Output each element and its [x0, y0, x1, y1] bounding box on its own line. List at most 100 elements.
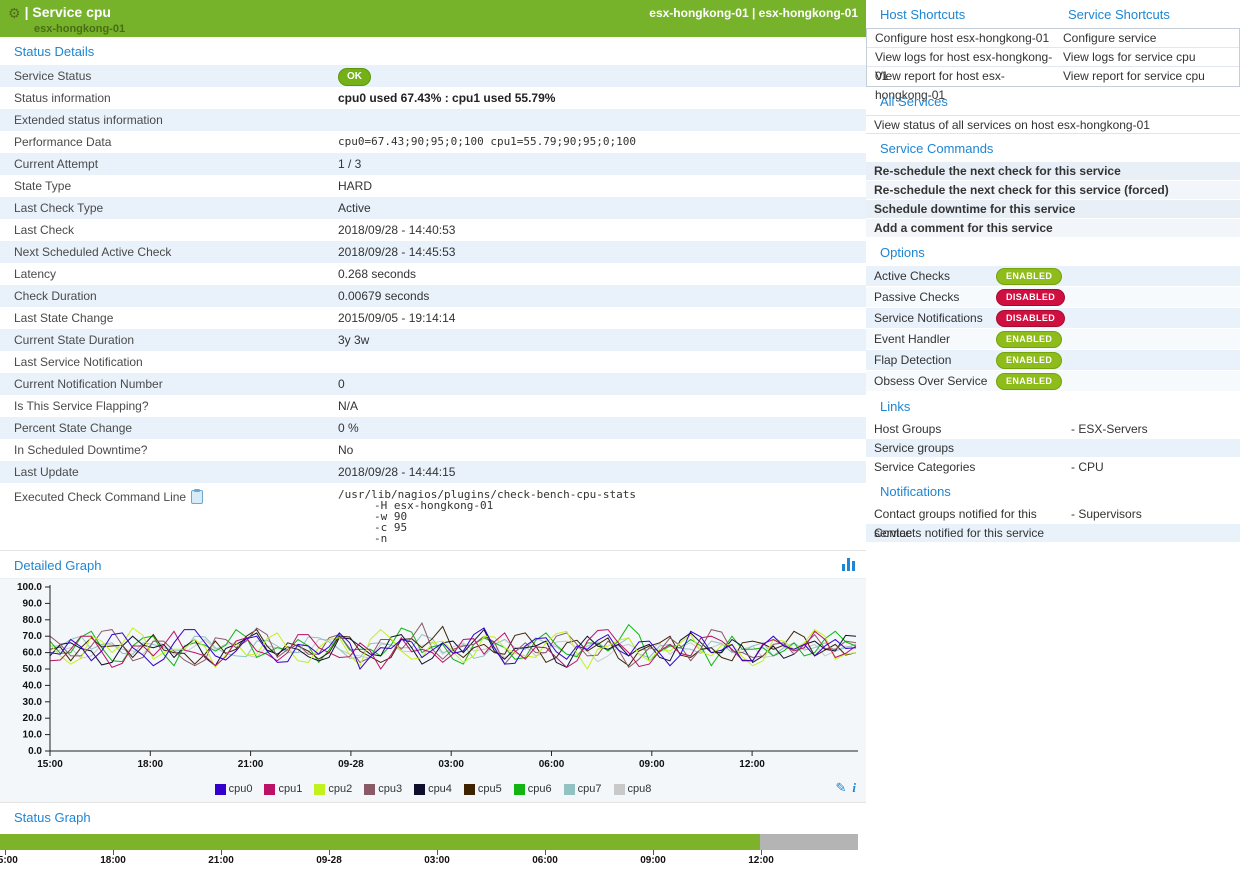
heading-service-shortcuts[interactable]: Service Shortcuts — [1054, 0, 1170, 28]
status-graph-panel: 15:0018:0021:0009-2803:0006:0009:0012:00 — [0, 830, 866, 886]
links-list: Host Groups- ESX-ServersService groupsSe… — [866, 420, 1240, 477]
status-row-label: Current Attempt — [0, 153, 338, 175]
option-status-badge[interactable]: ENABLED — [996, 352, 1062, 369]
service-shortcut-link[interactable]: View logs for service cpu — [1055, 48, 1196, 66]
status-row-label: Check Duration — [0, 285, 338, 307]
legend-item-cpu8: cpu8 — [614, 783, 652, 795]
host-shortcut-link[interactable]: Configure host esx-hongkong-01 — [867, 29, 1055, 47]
legend-swatch-cpu4 — [414, 784, 425, 795]
service-shortcut-link[interactable]: View report for service cpu — [1055, 67, 1205, 86]
main-column: ⚙| Service cpu esx-hongkong-01 esx-hongk… — [0, 0, 866, 886]
status-graph-header: Status Graph — [0, 802, 866, 830]
option-status-badge[interactable]: DISABLED — [996, 289, 1065, 306]
status-axis-label: 21:00 — [208, 855, 234, 866]
status-row: Percent State Change0 % — [0, 417, 866, 439]
status-row: Service StatusOK — [0, 65, 866, 87]
heading-notifications[interactable]: Notifications — [866, 477, 1240, 505]
option-status-badge[interactable]: ENABLED — [996, 331, 1062, 348]
heading-options[interactable]: Options — [866, 238, 1240, 266]
host-shortcut-link[interactable]: View logs for host esx-hongkong-01 — [867, 48, 1055, 66]
status-row-value: 0.268 seconds — [338, 263, 866, 285]
legend-item-cpu5: cpu5 — [464, 783, 502, 795]
status-row-value: 2018/09/28 - 14:40:53 — [338, 219, 866, 241]
svg-text:90.0: 90.0 — [23, 598, 43, 609]
cpu-line-chart: 0.010.020.030.040.050.060.070.080.090.01… — [0, 579, 866, 782]
svg-text:60.0: 60.0 — [23, 648, 43, 659]
status-row-value: HARD — [338, 175, 866, 197]
svg-text:40.0: 40.0 — [23, 680, 43, 691]
status-row-value: 2015/09/05 - 19:14:14 — [338, 307, 866, 329]
legend-swatch-cpu6 — [514, 784, 525, 795]
legend-item-cpu1: cpu1 — [264, 783, 302, 795]
status-row: Next Scheduled Active Check2018/09/28 - … — [0, 241, 866, 263]
status-row: Current Notification Number0 — [0, 373, 866, 395]
section-status-graph[interactable]: Status Graph — [0, 803, 91, 830]
status-axis-label: 09-28 — [316, 855, 342, 866]
status-row-label: Last State Change — [0, 307, 338, 329]
status-row-value: No — [338, 439, 866, 461]
service-command-link[interactable]: Schedule downtime for this service — [866, 200, 1240, 219]
status-row-label: Last Update — [0, 461, 338, 483]
link-row-label: Service Categories — [866, 458, 1071, 476]
status-row-value — [338, 109, 866, 131]
status-details-table: Service StatusOKStatus informationcpu0 u… — [0, 65, 866, 550]
heading-links[interactable]: Links — [866, 392, 1240, 420]
gear-icon[interactable]: ⚙ — [8, 5, 21, 21]
status-row: Last Service Notification — [0, 351, 866, 373]
legend-item-cpu0: cpu0 — [215, 783, 253, 795]
series-cpu3 — [50, 623, 856, 667]
link-row-value: - ESX-Servers — [1071, 420, 1148, 438]
command-line: -n — [374, 533, 866, 544]
section-status-details[interactable]: Status Details — [0, 37, 866, 65]
option-status-badge[interactable]: ENABLED — [996, 268, 1062, 285]
svg-text:09-28: 09-28 — [338, 759, 364, 770]
legend-label: cpu2 — [328, 783, 352, 795]
legend-label: cpu8 — [628, 783, 652, 795]
service-command-link[interactable]: Re-schedule the next check for this serv… — [866, 181, 1240, 200]
option-label: Event Handler — [866, 329, 996, 350]
heading-host-shortcuts[interactable]: Host Shortcuts — [866, 0, 1054, 28]
option-status-badge[interactable]: ENABLED — [996, 373, 1062, 390]
status-axis-label: 09:00 — [640, 855, 666, 866]
service-command-label: Re-schedule the next check for this serv… — [866, 162, 1121, 180]
link-row: Host Groups- ESX-Servers — [866, 420, 1240, 439]
ok-status-badge: OK — [338, 68, 371, 86]
status-row-value: 2018/09/28 - 14:45:53 — [338, 241, 866, 263]
status-row: In Scheduled Downtime?No — [0, 439, 866, 461]
status-axis-label: 06:00 — [532, 855, 558, 866]
status-row: Check Duration0.00679 seconds — [0, 285, 866, 307]
host-shortcut-link[interactable]: View report for host esx-hongkong-01 — [867, 67, 1055, 86]
legend-label: cpu1 — [278, 783, 302, 795]
svg-text:70.0: 70.0 — [23, 631, 43, 642]
heading-service-commands[interactable]: Service Commands — [866, 134, 1240, 162]
header-host-links[interactable]: esx-hongkong-01 | esx-hongkong-01 — [649, 6, 858, 20]
section-detailed-graph[interactable]: Detailed Graph — [0, 551, 101, 578]
status-row: Status informationcpu0 used 67.43% : cpu… — [0, 87, 866, 109]
info-icon[interactable]: i — [852, 780, 856, 795]
status-row-label: Last Check Type — [0, 197, 338, 219]
all-services-link[interactable]: View status of all services on host esx-… — [866, 115, 1240, 134]
service-header: ⚙| Service cpu esx-hongkong-01 esx-hongk… — [0, 0, 866, 37]
pencil-icon[interactable]: ✎ — [835, 780, 846, 795]
clipboard-icon[interactable] — [191, 490, 203, 504]
status-axis-label: 12:00 — [748, 855, 774, 866]
status-row-label: Last Service Notification — [0, 351, 338, 373]
option-status-badge[interactable]: DISABLED — [996, 310, 1065, 327]
service-command-label: Schedule downtime for this service — [866, 200, 1075, 218]
detailed-graph-panel: 0.010.020.030.040.050.060.070.080.090.01… — [0, 578, 866, 802]
status-row-label: In Scheduled Downtime? — [0, 439, 338, 461]
service-command-label: Re-schedule the next check for this serv… — [866, 181, 1169, 199]
service-command-link[interactable]: Re-schedule the next check for this serv… — [866, 162, 1240, 181]
shortcut-row: Configure host esx-hongkong-01Configure … — [867, 29, 1239, 48]
service-command-link[interactable]: Add a comment for this service — [866, 219, 1240, 238]
notification-row: Contacts notified for this service — [866, 524, 1240, 543]
link-row: Service groups — [866, 439, 1240, 458]
bar-chart-icon[interactable] — [842, 558, 856, 571]
legend-swatch-cpu3 — [364, 784, 375, 795]
status-row-value: N/A — [338, 395, 866, 417]
status-row: Executed Check Command Line/usr/lib/nagi… — [0, 483, 866, 550]
svg-text:03:00: 03:00 — [438, 759, 464, 770]
svg-text:50.0: 50.0 — [23, 664, 43, 675]
service-shortcut-link[interactable]: Configure service — [1055, 29, 1156, 47]
status-row: Performance Datacpu0=67.43;90;95;0;100 c… — [0, 131, 866, 153]
